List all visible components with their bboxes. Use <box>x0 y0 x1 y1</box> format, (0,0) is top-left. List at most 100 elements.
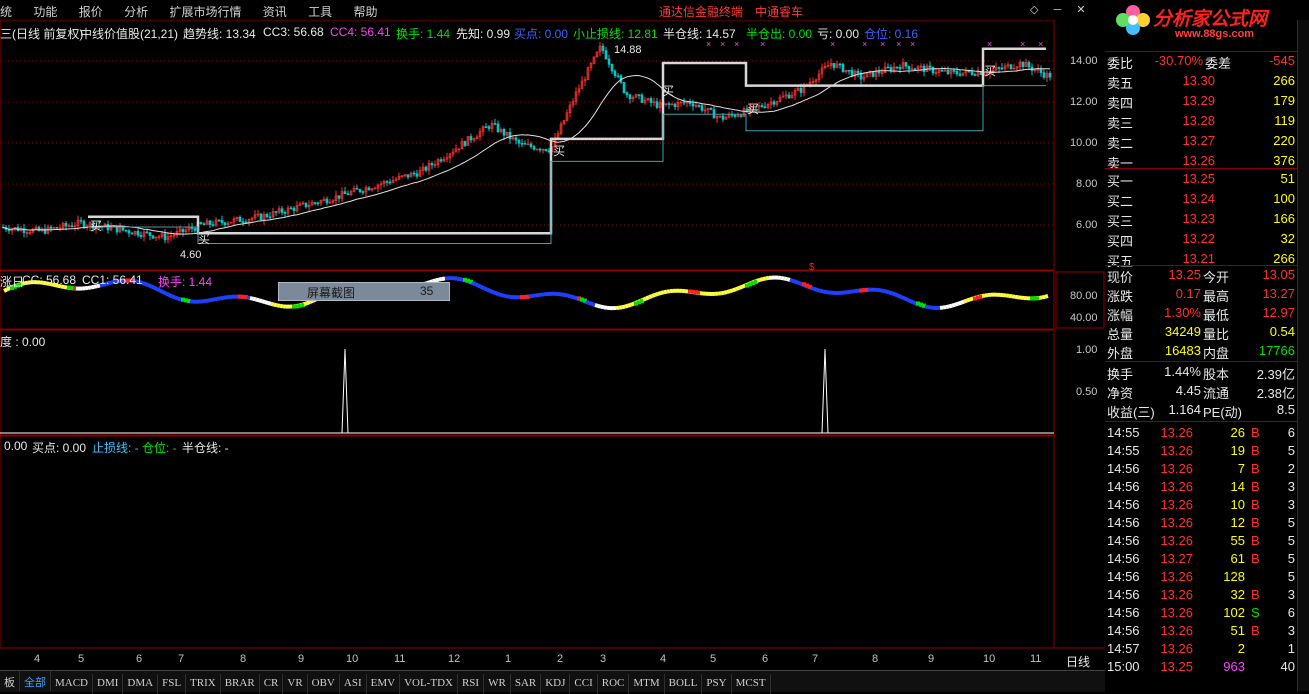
menu-item-help[interactable]: 帮助 <box>345 0 387 20</box>
order-ratio-row: 委比-30.70%委差-545 <box>1105 52 1297 70</box>
period-label[interactable]: 日线 <box>1066 653 1090 670</box>
indicator-segment <box>163 292 166 293</box>
tab-psy[interactable]: PSY <box>702 674 731 694</box>
menu-item-analysis[interactable]: 分析 <box>115 0 157 20</box>
indicator-segment <box>946 306 949 307</box>
indicator-segment <box>1042 297 1045 298</box>
candle-body <box>650 99 652 103</box>
ask-label: 卖二 <box>1107 133 1133 152</box>
candle-body <box>290 208 292 209</box>
x-tick-label: 11 <box>1030 653 1041 665</box>
tab-emv[interactable]: EMV <box>367 674 400 694</box>
menu-item-info[interactable]: 资讯 <box>254 0 296 20</box>
chart-area[interactable]: ××××××××××××$ 三(日线 前复权) 中线价值股(21,21) 趋势线… <box>0 20 1105 668</box>
popup-value: 35 <box>420 284 433 298</box>
dollar-marker: $ <box>809 262 815 273</box>
indicator-segment <box>271 304 274 305</box>
tick-price: 13.26 <box>1153 425 1193 440</box>
indicator-segment <box>487 290 490 291</box>
tab-boll[interactable]: BOLL <box>665 674 703 694</box>
indicator-segment <box>460 279 463 280</box>
tab-wr[interactable]: WR <box>484 674 511 694</box>
tab-macd[interactable]: MACD <box>51 674 93 694</box>
webi-pct: -30.70% <box>1153 53 1203 68</box>
tab-roc[interactable]: ROC <box>598 674 630 694</box>
tick-time: 14:57 <box>1107 641 1140 656</box>
weicha-label: 委差 <box>1205 53 1231 72</box>
tab-trix[interactable]: TRIX <box>186 674 221 694</box>
x-tick-label: 9 <box>928 653 934 665</box>
tab-brar[interactable]: BRAR <box>221 674 260 694</box>
window-controls[interactable]: ◇ ─ ✕ <box>1030 3 1092 16</box>
menu-item-func[interactable]: 功能 <box>24 0 66 20</box>
tick-price: 13.26 <box>1153 497 1193 512</box>
tick-vol: 55 <box>1205 533 1245 548</box>
indicator-segment <box>742 286 745 287</box>
indicator-segment <box>970 298 973 299</box>
tab-dma[interactable]: DMA <box>123 674 158 694</box>
tab-mtm[interactable]: MTM <box>629 674 664 694</box>
tab-板[interactable]: 板 <box>0 671 20 691</box>
indicator-segment <box>646 297 649 298</box>
indicator-segment <box>307 302 310 303</box>
indicator-segment <box>880 290 883 291</box>
tab-kdj[interactable]: KDJ <box>541 674 570 694</box>
tab-vr[interactable]: VR <box>283 674 307 694</box>
x-tick-label: 11 <box>394 653 405 665</box>
tick-time: 14:56 <box>1107 461 1140 476</box>
indicator-segment <box>247 297 250 298</box>
right-toolbar-strip[interactable] <box>1297 20 1309 691</box>
price-tick-8: 8.00 <box>1076 178 1097 190</box>
kline-chart[interactable]: ××××××××××××$ <box>0 20 1105 668</box>
candle-body <box>518 140 520 143</box>
tab-sar[interactable]: SAR <box>511 674 541 694</box>
candle-body <box>212 225 214 226</box>
tick-vol: 12 <box>1205 515 1245 530</box>
stat-value: 34249 <box>1141 324 1201 339</box>
indicator-segment <box>913 302 916 303</box>
candle-body <box>1010 65 1012 69</box>
menu-item-sys[interactable]: 统 <box>0 0 21 20</box>
tab-rsi[interactable]: RSI <box>458 674 484 694</box>
tab-asi[interactable]: ASI <box>340 674 367 694</box>
candle-body <box>539 149 541 150</box>
menu-item-tools[interactable]: 工具 <box>299 0 341 20</box>
half-out-value: 半仓出: 0.00 <box>746 25 812 42</box>
indicator-segment <box>565 295 568 296</box>
tab-fsl[interactable]: FSL <box>158 674 186 694</box>
screenshot-popup[interactable]: 屏幕截图 35 <box>278 282 450 301</box>
tick-count: 6 <box>1275 605 1295 620</box>
indicator-segment <box>151 286 154 287</box>
tab-cr[interactable]: CR <box>260 674 284 694</box>
stat-row: 外盘16483内盘17766 <box>1105 342 1297 360</box>
tab-cci[interactable]: CCI <box>570 674 597 694</box>
candle-body <box>140 235 142 236</box>
tick-side: B <box>1251 623 1260 638</box>
ask-price: 13.30 <box>1155 73 1215 88</box>
tick-price: 13.26 <box>1153 443 1193 458</box>
tick-row: 14:5513.2619B5 <box>1105 442 1297 460</box>
tab-mcst[interactable]: MCST <box>732 674 771 694</box>
tab-vol-tdx[interactable]: VOL-TDX <box>400 674 458 694</box>
tab-dmi[interactable]: DMI <box>93 674 123 694</box>
candle-body <box>152 236 154 238</box>
tab-全部[interactable]: 全部 <box>20 671 51 691</box>
candle-body <box>914 69 916 70</box>
ind-tick-80: 80.00 <box>1070 290 1098 302</box>
tick-price: 13.26 <box>1153 623 1193 638</box>
indicator-segment <box>886 291 889 292</box>
menu-item-quote[interactable]: 报价 <box>70 0 112 20</box>
tick-time: 14:56 <box>1107 551 1140 566</box>
candle-body <box>125 230 127 231</box>
low-price-marker: 4.60 <box>180 249 201 261</box>
tab-obv[interactable]: OBV <box>308 674 340 694</box>
indicator-segment <box>154 288 157 289</box>
tick-count: 3 <box>1275 479 1295 494</box>
menu-item-ext-market[interactable]: 扩展市场行情 <box>160 0 250 20</box>
stat-value: 13.25 <box>1141 267 1201 282</box>
price-tick-14: 14.00 <box>1070 55 1098 67</box>
price-tick-6: 6.00 <box>1076 219 1097 231</box>
candle-body <box>683 102 685 103</box>
high-price-marker: 14.88 <box>614 44 642 56</box>
tick-time: 14:56 <box>1107 605 1140 620</box>
